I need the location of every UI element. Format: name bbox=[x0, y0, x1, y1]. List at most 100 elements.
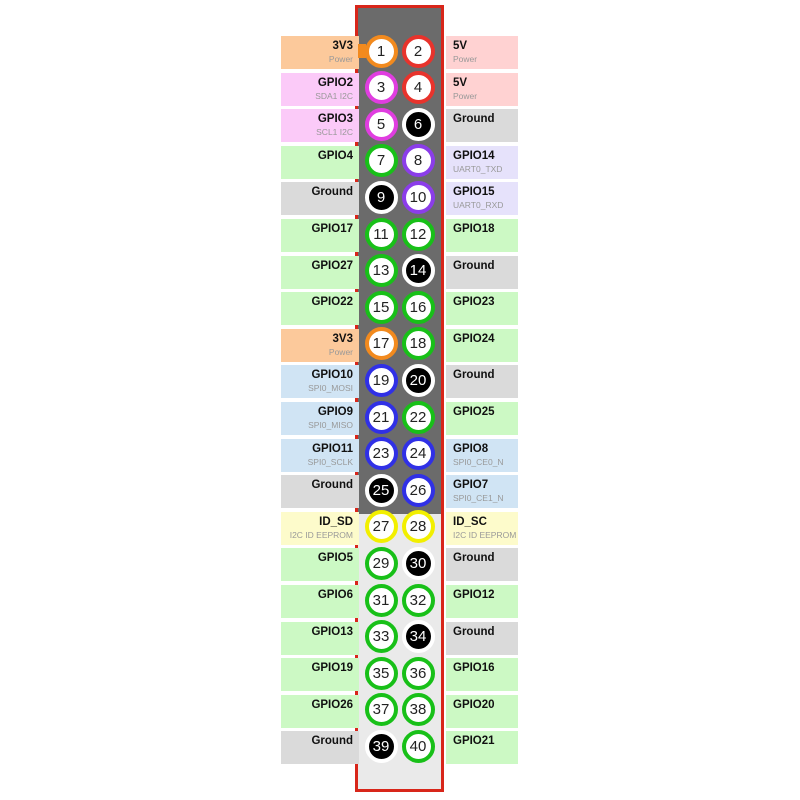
pin-label-36: GPIO16 bbox=[446, 658, 518, 692]
pin-18: 18 bbox=[401, 327, 435, 361]
pin-function: ID_SC bbox=[453, 515, 487, 528]
pin-label-11: GPIO17 bbox=[281, 219, 359, 252]
pin-function: GPIO2 bbox=[317, 76, 353, 89]
pin-function: Ground bbox=[453, 625, 495, 638]
pin-label-20: Ground bbox=[446, 365, 518, 399]
pin-function: GPIO12 bbox=[453, 589, 495, 601]
pin-6: 6 bbox=[401, 107, 435, 141]
pin-label-23: GPIO11 SPI0_SCLK bbox=[281, 438, 359, 472]
pin-function: GPIO5 bbox=[317, 552, 353, 565]
pin-label-32: GPIO12 bbox=[446, 585, 518, 618]
pin-2: 2 bbox=[401, 34, 435, 68]
pin-subfunction: SDA1 I2C bbox=[315, 90, 353, 101]
pin-24: 24 bbox=[401, 437, 435, 471]
pin-function: 5V bbox=[453, 40, 468, 52]
pin-label-26: GPIO7 SPI0_CE1_N bbox=[446, 475, 518, 509]
pin-13: 13 bbox=[364, 254, 398, 288]
pin-function: GPIO17 bbox=[311, 223, 353, 235]
pin-label-16: GPIO23 bbox=[446, 292, 518, 326]
pin-27: 27 bbox=[364, 510, 398, 544]
pin-36: 36 bbox=[401, 656, 435, 690]
pin-label-14: Ground bbox=[446, 255, 518, 289]
pin-label-35: GPIO19 bbox=[281, 658, 359, 692]
pin-function: Ground bbox=[311, 479, 353, 492]
pin-function: GPIO13 bbox=[311, 625, 353, 638]
pin-subfunction: UART0_RXD bbox=[453, 200, 504, 211]
pin-subfunction: Power bbox=[453, 90, 478, 101]
pin-14: 14 bbox=[401, 254, 435, 288]
pin-function: GPIO3 bbox=[317, 113, 353, 126]
pin-label-18: GPIO24 bbox=[446, 328, 518, 362]
pin-function: GPIO10 bbox=[311, 369, 353, 382]
pin-4: 4 bbox=[401, 71, 435, 105]
pin-subfunction: UART0_TXD bbox=[453, 163, 503, 174]
pin-subfunction: SPI0_MOSI bbox=[308, 383, 353, 394]
pin-label-30: Ground bbox=[446, 548, 518, 582]
pin-function: GPIO15 bbox=[453, 186, 495, 199]
pin-label-3: GPIO2 SDA1 I2C bbox=[281, 72, 359, 106]
pin-20: 20 bbox=[401, 363, 435, 397]
pin-label-22: GPIO25 bbox=[446, 402, 518, 435]
pin-subfunction: SPI0_CE1_N bbox=[453, 493, 504, 504]
pin-label-25: Ground bbox=[281, 475, 359, 509]
pin-1: 1 bbox=[364, 34, 398, 68]
pin-function: GPIO18 bbox=[453, 223, 495, 235]
pin-10: 10 bbox=[401, 180, 435, 214]
pin-function: GPIO6 bbox=[317, 589, 353, 601]
pin-9: 9 bbox=[364, 180, 398, 214]
pin-label-1: 3V3 Power bbox=[281, 36, 359, 69]
pin-label-34: Ground bbox=[446, 621, 518, 655]
pin-30: 30 bbox=[401, 546, 435, 580]
pin-subfunction: SPI0_MISO bbox=[308, 420, 353, 430]
pin-function: GPIO14 bbox=[453, 149, 495, 162]
pin-function: GPIO7 bbox=[453, 479, 489, 492]
pin-label-5: GPIO3 SCL1 I2C bbox=[281, 109, 359, 143]
pin-label-8: GPIO14 UART0_TXD bbox=[446, 145, 518, 179]
pin-function: GPIO22 bbox=[311, 296, 353, 309]
pin-label-2: 5V Power bbox=[446, 36, 518, 69]
pin-label-39: Ground bbox=[281, 731, 359, 765]
pin-7: 7 bbox=[364, 144, 398, 178]
pin-label-17: 3V3 Power bbox=[281, 328, 359, 362]
pin-label-21: GPIO9 SPI0_MISO bbox=[281, 402, 359, 435]
pin-12: 12 bbox=[401, 217, 435, 251]
pin-label-12: GPIO18 bbox=[446, 219, 518, 252]
pin-function: 5V bbox=[453, 76, 468, 89]
pin-function: GPIO24 bbox=[453, 332, 495, 345]
pin-function: Ground bbox=[453, 259, 495, 272]
pin-25: 25 bbox=[364, 473, 398, 507]
pin-function: GPIO26 bbox=[311, 698, 353, 711]
pin-subfunction: SCL1 I2C bbox=[316, 127, 353, 138]
pin-function: GPIO16 bbox=[453, 662, 495, 675]
pin-32: 32 bbox=[401, 583, 435, 617]
pin-function: GPIO9 bbox=[317, 406, 353, 418]
pin-function: Ground bbox=[453, 552, 495, 565]
pin-34: 34 bbox=[401, 620, 435, 654]
pin-8: 8 bbox=[401, 144, 435, 178]
pin-3: 3 bbox=[364, 71, 398, 105]
pin-label-28: ID_SC I2C ID EEPROM bbox=[446, 511, 518, 545]
pin-5: 5 bbox=[364, 107, 398, 141]
pin-40: 40 bbox=[401, 729, 435, 763]
pin-35: 35 bbox=[364, 656, 398, 690]
pin-37: 37 bbox=[364, 693, 398, 727]
pin-23: 23 bbox=[364, 437, 398, 471]
pin-15: 15 bbox=[364, 290, 398, 324]
pin-29: 29 bbox=[364, 546, 398, 580]
pin-label-13: GPIO27 bbox=[281, 255, 359, 289]
pin-33: 33 bbox=[364, 620, 398, 654]
pin-label-27: ID_SD I2C ID EEPROM bbox=[281, 511, 359, 545]
pin-38: 38 bbox=[401, 693, 435, 727]
pin-function: GPIO19 bbox=[311, 662, 353, 675]
pin-19: 19 bbox=[364, 363, 398, 397]
pin-label-19: GPIO10 SPI0_MOSI bbox=[281, 365, 359, 399]
pin-label-10: GPIO15 UART0_RXD bbox=[446, 182, 518, 216]
pin-label-33: GPIO13 bbox=[281, 621, 359, 655]
pin-function: GPIO25 bbox=[453, 406, 495, 418]
pin-22: 22 bbox=[401, 400, 435, 434]
pin-label-15: GPIO22 bbox=[281, 292, 359, 326]
pin-21: 21 bbox=[364, 400, 398, 434]
pin-label-24: GPIO8 SPI0_CE0_N bbox=[446, 438, 518, 472]
pin-function: Ground bbox=[311, 735, 353, 748]
pin-39: 39 bbox=[364, 729, 398, 763]
